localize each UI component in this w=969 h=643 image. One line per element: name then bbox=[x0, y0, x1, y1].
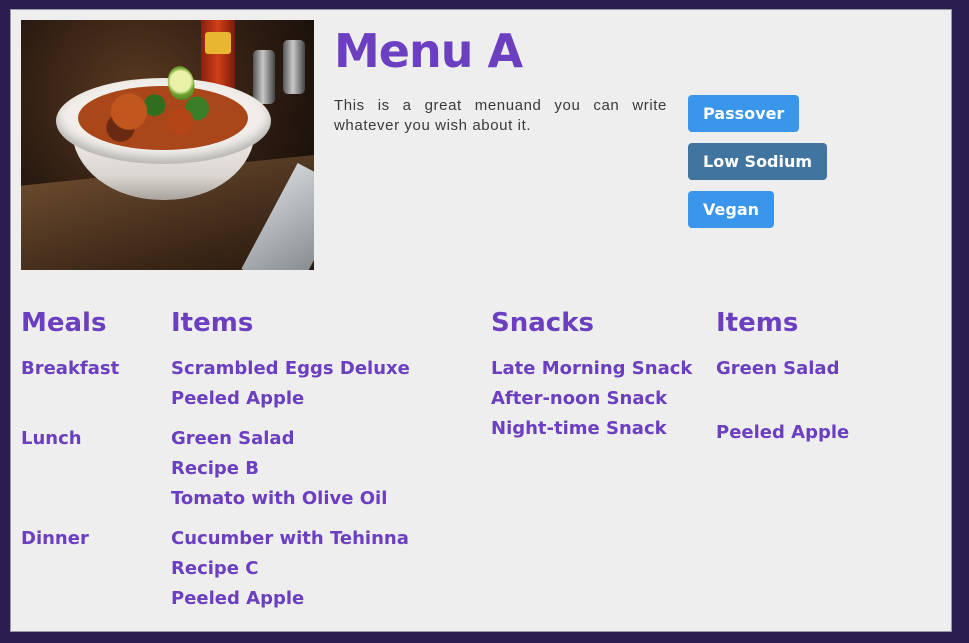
meal-dinner[interactable]: Dinner bbox=[21, 528, 89, 550]
dinner-item[interactable]: Cucumber with Tehinna bbox=[171, 528, 409, 550]
breakfast-item[interactable]: Peeled Apple bbox=[171, 388, 304, 410]
dinner-item[interactable]: Recipe C bbox=[171, 558, 258, 580]
pepper-shaker bbox=[283, 40, 305, 94]
lunch-item[interactable]: Recipe B bbox=[171, 458, 259, 480]
tag-vegan-button[interactable]: Vegan bbox=[688, 191, 774, 228]
snacks-header: Snacks bbox=[491, 308, 594, 338]
menu-title: Menu A bbox=[334, 24, 523, 78]
dinner-item[interactable]: Peeled Apple bbox=[171, 588, 304, 610]
meals-header: Meals bbox=[21, 308, 107, 338]
breakfast-item[interactable]: Scrambled Eggs Deluxe bbox=[171, 358, 410, 380]
meal-breakfast[interactable]: Breakfast bbox=[21, 358, 119, 380]
snack-item[interactable]: Green Salad bbox=[716, 358, 839, 380]
food-bowl bbox=[56, 63, 271, 200]
menu-card: Menu A This is a great menuand you can w… bbox=[10, 9, 952, 632]
meal-lunch[interactable]: Lunch bbox=[21, 428, 82, 450]
snacks-items-header: Items bbox=[716, 308, 799, 338]
lunch-item[interactable]: Green Salad bbox=[171, 428, 294, 450]
lunch-item[interactable]: Tomato with Olive Oil bbox=[171, 488, 387, 510]
snack-night-time[interactable]: Night-time Snack bbox=[491, 418, 667, 440]
curry-food bbox=[78, 86, 248, 150]
snack-item[interactable]: Peeled Apple bbox=[716, 422, 849, 444]
snack-afternoon[interactable]: After-noon Snack bbox=[491, 388, 667, 410]
tag-low-sodium-button[interactable]: Low Sodium bbox=[688, 143, 828, 180]
snack-late-morning[interactable]: Late Morning Snack bbox=[491, 358, 692, 380]
menu-description: This is a great menuand you can write wh… bbox=[334, 97, 667, 134]
menu-food-image bbox=[21, 20, 314, 270]
meals-items-header: Items bbox=[171, 308, 254, 338]
tag-passover-button[interactable]: Passover bbox=[688, 95, 800, 132]
